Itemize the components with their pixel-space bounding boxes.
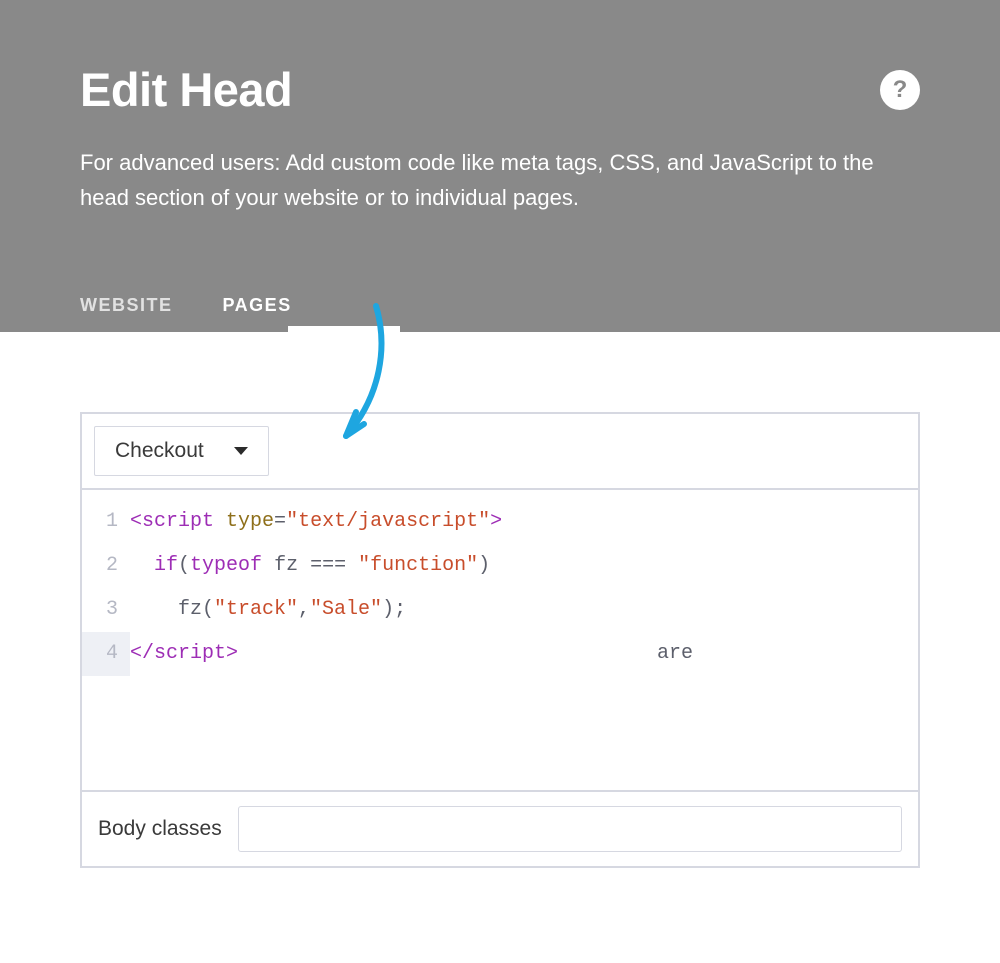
stray-text: are <box>657 632 693 676</box>
line-number: 3 <box>82 588 130 632</box>
line-number: 4 <box>82 632 130 676</box>
code-line[interactable]: 1<script type="text/javascript"> <box>82 500 918 544</box>
editor-panel: Checkout are 1<script type="text/javascr… <box>80 412 920 868</box>
title-row: Edit Head ? <box>80 62 920 117</box>
page-select-dropdown[interactable]: Checkout <box>94 426 269 476</box>
code-line[interactable]: 2 if(typeof fz === "function") <box>82 544 918 588</box>
code-editor[interactable]: are 1<script type="text/javascript">2 if… <box>82 490 918 790</box>
line-number: 2 <box>82 544 130 588</box>
line-content[interactable]: </script> <box>130 632 918 676</box>
body-classes-input[interactable] <box>238 806 902 852</box>
code-line[interactable]: 4</script> <box>82 632 918 676</box>
chevron-down-icon <box>234 447 248 455</box>
line-content[interactable]: fz("track","Sale"); <box>130 588 918 632</box>
line-content[interactable]: if(typeof fz === "function") <box>130 544 918 588</box>
content-area: Checkout are 1<script type="text/javascr… <box>0 332 1000 868</box>
page-subtitle: For advanced users: Add custom code like… <box>80 145 900 215</box>
dropdown-selected-label: Checkout <box>115 439 204 463</box>
code-line[interactable]: 3 fz("track","Sale"); <box>82 588 918 632</box>
body-classes-label: Body classes <box>98 817 222 841</box>
help-button[interactable]: ? <box>880 70 920 110</box>
body-classes-row: Body classes <box>82 790 918 866</box>
line-number: 1 <box>82 500 130 544</box>
tab-pages[interactable]: PAGES <box>223 295 292 332</box>
line-content[interactable]: <script type="text/javascript"> <box>130 500 918 544</box>
tabs: WEBSITE PAGES <box>80 295 920 332</box>
header-area: Edit Head ? For advanced users: Add cust… <box>0 0 1000 332</box>
panel-toolbar: Checkout <box>82 414 918 490</box>
page-title: Edit Head <box>80 62 292 117</box>
tab-website[interactable]: WEBSITE <box>80 295 173 332</box>
